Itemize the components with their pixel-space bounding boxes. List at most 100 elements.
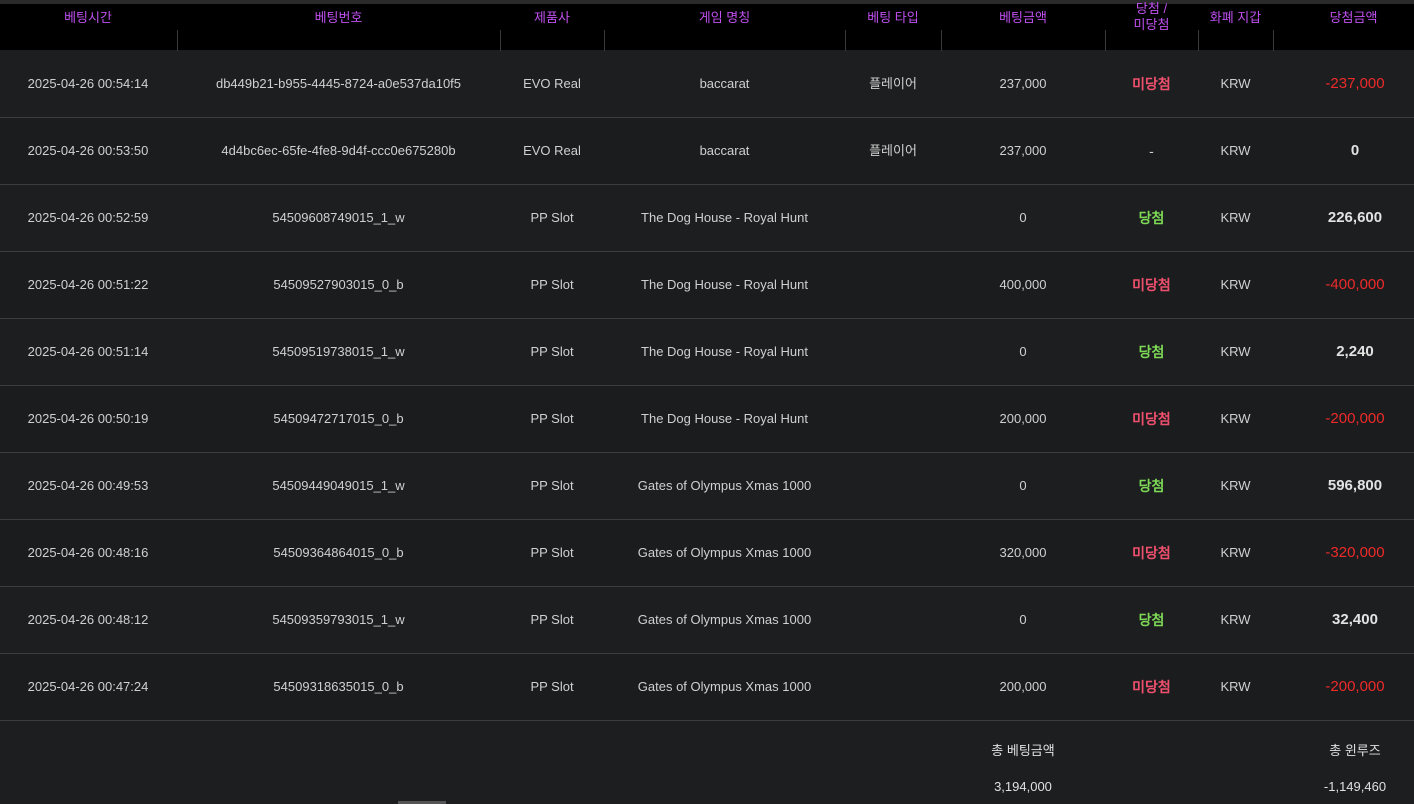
cell-bet-id: 54509608749015_1_w	[272, 210, 405, 225]
cell-bet-type	[845, 319, 941, 385]
table-row[interactable]: 2025-04-26 00:48:12 54509359793015_1_w PP …	[0, 587, 1414, 654]
cell-bet-amount: 200,000	[999, 411, 1047, 426]
cell-bet-time: 2025-04-26 00:51:14	[27, 344, 149, 359]
cell-game-name: The Dog House - Royal Hunt	[641, 411, 808, 426]
cell-bet-time: 2025-04-26 00:48:12	[27, 612, 149, 627]
cell-currency: KRW	[1220, 612, 1251, 627]
cell-bet-amount: 237,000	[999, 143, 1047, 158]
cell-bet-time: 2025-04-26 00:53:50	[27, 143, 149, 158]
cell-vendor: EVO Real	[523, 143, 581, 158]
cell-result: 미당첨	[1132, 679, 1171, 695]
cell-bet-type	[845, 520, 941, 586]
cell-bet-type: 플레이어	[869, 76, 917, 91]
cell-bet-amount: 200,000	[999, 679, 1047, 694]
cell-vendor: PP Slot	[530, 612, 574, 627]
header-win-amount[interactable]: 당첨금액	[1273, 4, 1414, 50]
cell-bet-type	[845, 654, 941, 720]
cell-bet-id: 54509318635015_0_b	[273, 679, 404, 694]
total-winloss-label: 총 윈루즈	[1329, 743, 1381, 758]
cell-bet-id: 54509359793015_1_w	[272, 612, 405, 627]
cell-win-amount: 2,240	[1336, 343, 1374, 360]
cell-currency: KRW	[1220, 143, 1251, 158]
cell-result: 당첨	[1138, 478, 1165, 494]
cell-win-amount: -320,000	[1325, 544, 1385, 561]
table-header: 베팅시간 베팅번호 제품사 게임 명칭 베팅 타입 베팅금액 당첨 / 미당첨 화…	[0, 0, 1414, 54]
total-bet-label: 총 베팅금액	[991, 743, 1055, 758]
cell-vendor: PP Slot	[530, 210, 574, 225]
cell-bet-type	[845, 453, 941, 519]
cell-game-name: The Dog House - Royal Hunt	[641, 277, 808, 292]
cell-win-amount: -200,000	[1325, 410, 1385, 427]
header-bet-type[interactable]: 베팅 타입	[845, 4, 941, 50]
cell-result: 당첨	[1138, 344, 1165, 360]
cell-result: 미당첨	[1132, 545, 1171, 561]
total-bet-value: 3,194,000	[994, 779, 1052, 794]
header-bet-id[interactable]: 베팅번호	[177, 4, 500, 50]
header-result-line2: 미당첨	[1133, 17, 1170, 32]
header-game-name[interactable]: 게임 명칭	[604, 4, 845, 50]
cell-bet-id: db449b21-b955-4445-8724-a0e537da10f5	[215, 76, 462, 91]
cell-currency: KRW	[1220, 679, 1251, 694]
cell-win-amount: 32,400	[1332, 611, 1378, 628]
cell-bet-type	[845, 587, 941, 653]
cell-bet-amount: 0	[1019, 478, 1027, 493]
cell-bet-amount: 400,000	[999, 277, 1047, 292]
cell-vendor: PP Slot	[530, 679, 574, 694]
cell-currency: KRW	[1220, 411, 1251, 426]
header-result[interactable]: 당첨 / 미당첨	[1105, 1, 1198, 50]
cell-bet-time: 2025-04-26 00:47:24	[27, 679, 149, 694]
table-row[interactable]: 2025-04-26 00:51:14 54509519738015_1_w PP …	[0, 319, 1414, 386]
cell-win-amount: 226,600	[1327, 209, 1383, 226]
table-row[interactable]: 2025-04-26 00:47:24 54509318635015_0_b PP …	[0, 654, 1414, 721]
cell-win-amount: -237,000	[1325, 75, 1385, 92]
table-row[interactable]: 2025-04-26 00:51:22 54509527903015_0_b PP …	[0, 252, 1414, 319]
cell-bet-id: 4d4bc6ec-65fe-4fe8-9d4f-ccc0e675280b	[221, 143, 456, 158]
cell-vendor: PP Slot	[530, 277, 574, 292]
cell-bet-amount: 237,000	[999, 76, 1047, 91]
cell-result: 미당첨	[1132, 411, 1171, 427]
cell-bet-amount: 0	[1019, 210, 1027, 225]
header-vendor[interactable]: 제품사	[500, 4, 604, 50]
header-currency[interactable]: 화폐 지갑	[1198, 4, 1273, 50]
header-bet-amount[interactable]: 베팅금액	[941, 4, 1105, 50]
table-row[interactable]: 2025-04-26 00:50:19 54509472717015_0_b PP …	[0, 386, 1414, 453]
cell-game-name: The Dog House - Royal Hunt	[641, 210, 808, 225]
cell-result: 미당첨	[1132, 76, 1171, 92]
cell-vendor: EVO Real	[523, 76, 581, 91]
cell-bet-amount: 0	[1019, 612, 1027, 627]
cell-vendor: PP Slot	[530, 411, 574, 426]
cell-game-name: baccarat	[699, 76, 750, 91]
cell-bet-amount: 320,000	[999, 545, 1047, 560]
cell-bet-time: 2025-04-26 00:49:53	[27, 478, 149, 493]
cell-bet-amount: 0	[1019, 344, 1027, 359]
cell-game-name: Gates of Olympus Xmas 1000	[637, 545, 812, 560]
cell-game-name: The Dog House - Royal Hunt	[641, 344, 808, 359]
cell-win-amount: -400,000	[1325, 276, 1385, 293]
cell-game-name: Gates of Olympus Xmas 1000	[637, 679, 812, 694]
cell-result: 미당첨	[1132, 277, 1171, 293]
cell-bet-time: 2025-04-26 00:48:16	[27, 545, 149, 560]
cell-bet-id: 54509472717015_0_b	[273, 411, 404, 426]
table-row[interactable]: 2025-04-26 00:48:16 54509364864015_0_b PP …	[0, 520, 1414, 587]
cell-currency: KRW	[1220, 344, 1251, 359]
table-row[interactable]: 2025-04-26 00:49:53 54509449049015_1_w PP …	[0, 453, 1414, 520]
cell-win-amount: 0	[1350, 142, 1360, 159]
cell-bet-time: 2025-04-26 00:54:14	[27, 76, 149, 91]
header-bet-time[interactable]: 베팅시간	[0, 4, 176, 50]
table-row[interactable]: 2025-04-26 00:52:59 54509608749015_1_w PP …	[0, 185, 1414, 252]
cell-result: 당첨	[1138, 210, 1165, 226]
cell-currency: KRW	[1220, 277, 1251, 292]
cell-currency: KRW	[1220, 210, 1251, 225]
cell-currency: KRW	[1220, 545, 1251, 560]
cell-vendor: PP Slot	[530, 478, 574, 493]
cell-game-name: Gates of Olympus Xmas 1000	[637, 478, 812, 493]
cell-bet-type	[845, 252, 941, 318]
cell-bet-id: 54509364864015_0_b	[273, 545, 404, 560]
cell-result: 당첨	[1138, 612, 1165, 628]
cell-currency: KRW	[1220, 76, 1251, 91]
table-row[interactable]: 2025-04-26 00:53:50 4d4bc6ec-65fe-4fe8-9d…	[0, 118, 1414, 185]
cell-bet-type: 플레이어	[869, 143, 917, 158]
table-row[interactable]: 2025-04-26 00:54:14 db449b21-b955-4445-87…	[0, 51, 1414, 118]
cell-bet-time: 2025-04-26 00:51:22	[27, 277, 149, 292]
cell-win-amount: -200,000	[1325, 678, 1385, 695]
